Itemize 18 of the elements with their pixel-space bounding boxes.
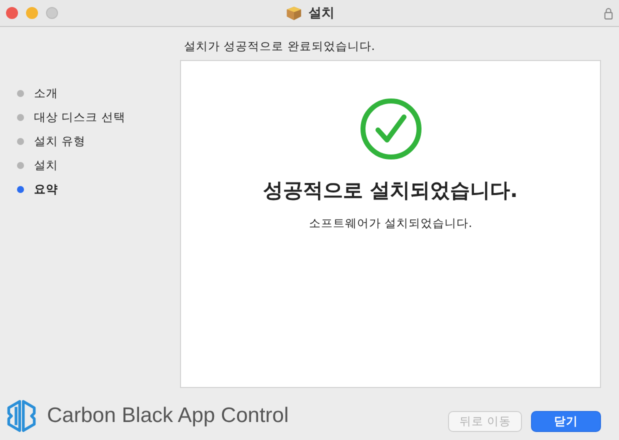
window-title: 설치 bbox=[308, 5, 334, 22]
package-icon bbox=[284, 5, 302, 21]
step-label: 소개 bbox=[34, 86, 58, 100]
step-label: 설치 bbox=[34, 158, 58, 172]
step-label: 설치 유형 bbox=[34, 134, 86, 148]
success-check-icon bbox=[358, 97, 422, 161]
step-label: 요약 bbox=[34, 182, 58, 196]
result-message: 소프트웨어가 설치되었습니다. bbox=[308, 216, 472, 231]
brand-logo-icon bbox=[6, 399, 37, 433]
result-title: 성공적으로 설치되었습니다. bbox=[263, 177, 518, 204]
status-heading: 설치가 성공적으로 완료되었습니다. bbox=[183, 38, 376, 55]
brand-name: Carbon Black App Control bbox=[47, 404, 289, 428]
lock-icon bbox=[604, 6, 613, 20]
zoom-button[interactable] bbox=[46, 7, 58, 19]
close-button[interactable] bbox=[6, 7, 18, 19]
close-button[interactable]: 닫기 bbox=[531, 410, 601, 432]
minimize-button[interactable] bbox=[26, 7, 38, 19]
step-label: 대상 디스크 선택 bbox=[34, 110, 126, 124]
